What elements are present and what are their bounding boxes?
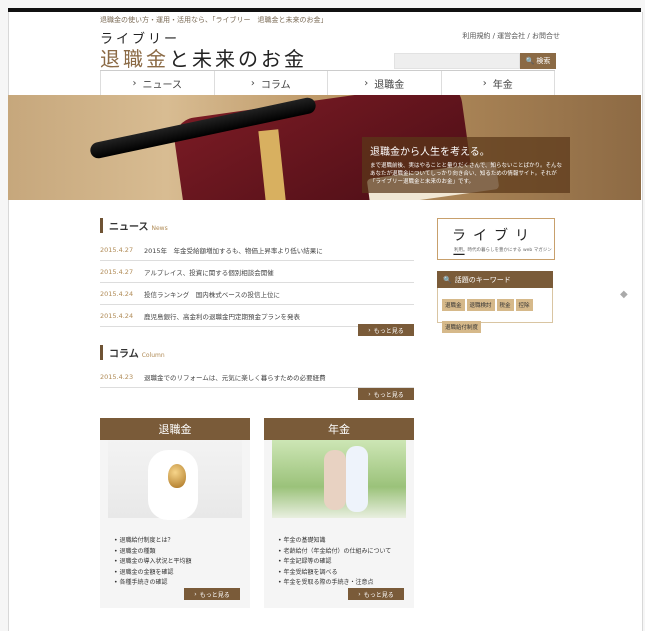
- keywords-box: 退職金 退職検討 税金 控除退職給付制度: [437, 288, 553, 333]
- nav-item-news[interactable]: › ニュース: [100, 71, 215, 96]
- column-list: 2015.4.23 退職金でのリフォームは、元気に楽しく暮らすための必要経費: [100, 366, 414, 388]
- news-text: 2015年 年金受給額増加するも、物価上昇率より低い結果に: [144, 246, 323, 255]
- retirement-more-button[interactable]: › もっと見る: [184, 588, 240, 600]
- nav-label-column: コラム: [260, 80, 291, 91]
- chevron-right-icon: ›: [250, 78, 255, 89]
- sidebar-logo-subtitle: 利用。時代の暮らしを豊かにする web マガジン: [454, 248, 552, 253]
- keyword-tag[interactable]: 退職金: [442, 299, 465, 311]
- keyword-tag[interactable]: 退職検討: [466, 299, 495, 311]
- couple-park-image: [272, 440, 406, 518]
- news-list: 2015.4.27 2015年 年金受給額増加するも、物価上昇率より低い結果に 2…: [100, 239, 414, 327]
- column-item[interactable]: 2015.4.23 退職金でのリフォームは、元気に楽しく暮らすための必要経費: [100, 366, 414, 388]
- search-input[interactable]: [394, 53, 520, 69]
- logo-rest-text: と未来のお金: [169, 47, 307, 71]
- chevron-right-icon: ›: [364, 78, 369, 89]
- nav-item-retirement[interactable]: › 退職金: [328, 71, 442, 96]
- search-icon: 🔍: [525, 57, 535, 65]
- nav-item-pension[interactable]: › 年金: [442, 71, 555, 96]
- site-tagline: 退職金の使い方・運用・活用なら、「ライブリー 退職金と未来のお金」: [100, 16, 328, 24]
- news-text: 投信ランキング 国内株式ベースの投信上位に: [144, 290, 280, 299]
- gold-egg-icon: [168, 464, 186, 488]
- news-title: ニュース: [109, 222, 149, 233]
- hero-text: まで退職前後、実はやることと量りだくさんで、知らないことばかり。そんなあなたが退…: [370, 163, 563, 185]
- news-text: アルプレイス、投資に関する個別相談会開催: [144, 268, 274, 277]
- chevron-right-icon: ›: [194, 590, 197, 598]
- chevron-right-icon: ›: [482, 78, 487, 89]
- pension-list-item[interactable]: 老齢給付（年金給付）の仕組みについて: [278, 547, 414, 558]
- woman-figure: [324, 450, 346, 510]
- chevron-right-icon: ›: [368, 326, 371, 334]
- pension-card: 年金 年金の基礎知識 老齢給付（年金給付）の仕組みについて 年金記録等の確認 年…: [264, 418, 414, 608]
- nav-label-pension: 年金: [492, 80, 513, 91]
- utility-links[interactable]: 利用規約 / 運営会社 / お問合せ: [462, 31, 560, 41]
- search-button-label: 検索: [536, 57, 551, 65]
- keyword-tag[interactable]: 退職給付制度: [442, 321, 482, 333]
- retirement-list-item[interactable]: 退職金の金額を確認: [114, 568, 250, 579]
- pension-more-label: もっと見る: [363, 591, 394, 599]
- egg-hand-image: [108, 440, 242, 520]
- column-more-button[interactable]: › もっと見る: [358, 388, 414, 400]
- retirement-list: 退職給付制度とは？ 退職金の種類 退職金の導入状況と平均額 退職金の金額を確認 …: [114, 536, 250, 589]
- search-icon: 🔍: [443, 275, 452, 284]
- news-date: 2015.4.24: [100, 289, 134, 298]
- pension-list-item[interactable]: 年金を受取る際の手続き・注意点: [278, 578, 414, 589]
- news-subtitle: News: [151, 225, 168, 232]
- retirement-list-item[interactable]: 各種手続きの確認: [114, 578, 250, 589]
- pension-list-item[interactable]: 年金受給額を調べる: [278, 568, 414, 579]
- news-text: 鹿児島銀行、高金利の退職金円定期預金プランを発表: [144, 312, 300, 321]
- logo-accent-text: 退職金: [100, 47, 169, 71]
- pension-list-item[interactable]: 年金記録等の確認: [278, 557, 414, 568]
- pension-list: 年金の基礎知識 老齢給付（年金給付）の仕組みについて 年金記録等の確認 年金受給…: [278, 536, 414, 589]
- man-figure: [346, 446, 368, 512]
- site-header: 退職金の使い方・運用・活用なら、「ライブリー 退職金と未来のお金」 ライブリー …: [100, 15, 560, 75]
- main-navigation: › ニュース › コラム › 退職金 › 年金: [100, 70, 555, 97]
- pension-card-title[interactable]: 年金: [264, 418, 414, 440]
- keywords-header: 🔍 話題のキーワード: [437, 271, 553, 288]
- chevron-right-icon: ›: [368, 390, 371, 398]
- news-item[interactable]: 2015.4.24 投信ランキング 国内株式ベースの投信上位に: [100, 283, 414, 305]
- news-item[interactable]: 2015.4.27 アルプレイス、投資に関する個別相談会開催: [100, 261, 414, 283]
- column-date: 2015.4.23: [100, 372, 134, 381]
- hero-title: 退職金から人生を考える。: [370, 147, 490, 158]
- retirement-card-title[interactable]: 退職金: [100, 418, 250, 440]
- news-date: 2015.4.27: [100, 245, 134, 254]
- retirement-more-label: もっと見る: [199, 591, 230, 599]
- column-title: コラム: [109, 349, 139, 360]
- column-more-label: もっと見る: [373, 391, 404, 399]
- nav-label-retirement: 退職金: [374, 80, 405, 91]
- chevron-right-icon: ›: [132, 78, 137, 89]
- nav-label-news: ニュース: [142, 80, 183, 91]
- column-section-title: コラム Column: [100, 345, 165, 360]
- news-date: 2015.4.27: [100, 267, 134, 276]
- scroll-arrow-icon[interactable]: ◆: [620, 289, 630, 300]
- retirement-list-item[interactable]: 退職金の導入状況と平均額: [114, 557, 250, 568]
- news-more-button[interactable]: › もっと見る: [358, 324, 414, 336]
- keyword-tag[interactable]: 税金: [496, 299, 514, 311]
- news-more-label: もっと見る: [373, 327, 404, 335]
- site-logo[interactable]: 退職金と未来のお金: [100, 43, 307, 72]
- retirement-list-item[interactable]: 退職給付制度とは？: [114, 536, 250, 547]
- search-button[interactable]: 🔍 検索: [520, 53, 556, 69]
- nav-item-column[interactable]: › コラム: [215, 71, 328, 96]
- chevron-right-icon: ›: [358, 590, 361, 598]
- pension-more-button[interactable]: › もっと見る: [348, 588, 404, 600]
- sidebar-logo-text: ライブリー: [452, 228, 536, 264]
- column-text: 退職金でのリフォームは、元気に楽しく暮らすための必要経費: [144, 373, 326, 382]
- retirement-list-item[interactable]: 退職金の種類: [114, 547, 250, 558]
- retirement-card: 退職金 退職給付制度とは？ 退職金の種類 退職金の導入状況と平均額 退職金の金額…: [100, 418, 250, 608]
- news-section-title: ニュース News: [100, 218, 168, 233]
- keyword-tag[interactable]: 控除: [515, 299, 533, 311]
- pension-list-item[interactable]: 年金の基礎知識: [278, 536, 414, 547]
- sidebar-logo-banner[interactable]: ライブリー 利用。時代の暮らしを豊かにする web マガジン: [437, 218, 555, 264]
- news-date: 2015.4.24: [100, 311, 134, 320]
- news-item[interactable]: 2015.4.27 2015年 年金受給額増加するも、物価上昇率より低い結果に: [100, 239, 414, 261]
- column-subtitle: Column: [141, 352, 165, 359]
- hero-caption: 退職金から人生を考える。 まで退職前後、実はやることと量りだくさんで、知らないこ…: [362, 137, 570, 193]
- keywords-title: 話題のキーワード: [454, 275, 511, 284]
